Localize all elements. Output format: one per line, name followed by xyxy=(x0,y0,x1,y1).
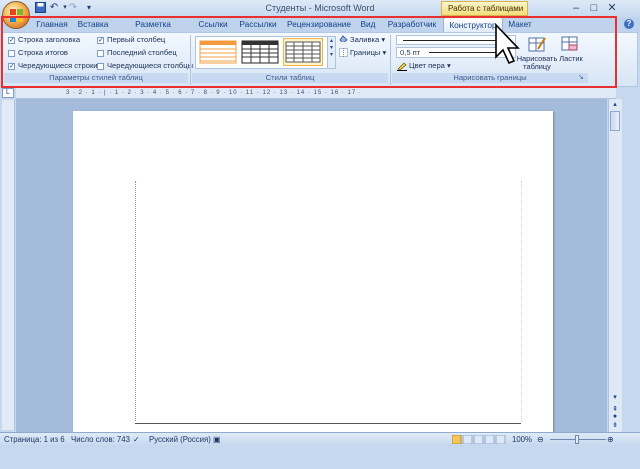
help-icon[interactable]: ? xyxy=(624,19,634,29)
tab-selector[interactable]: L xyxy=(2,88,14,98)
zoom-in-icon[interactable]: ⊕ xyxy=(607,434,617,445)
vertical-ruler[interactable] xyxy=(2,100,15,430)
group-separator xyxy=(190,35,191,85)
window-bottom-frame xyxy=(0,446,640,469)
tab-review[interactable]: Рецензирование xyxy=(286,17,352,32)
close-button[interactable]: ✕ xyxy=(603,1,621,15)
draw-table-icon[interactable] xyxy=(528,35,546,53)
vertical-scrollbar[interactable]: ▴ ▾ ⇞ ● ⇟ xyxy=(608,99,622,432)
table-style-orange[interactable] xyxy=(198,38,238,66)
table-style-grid-blue-selected[interactable] xyxy=(283,38,323,66)
header-row-label: Строка заголовка xyxy=(18,35,81,44)
view-buttons[interactable] xyxy=(451,434,506,445)
zoom-out-icon[interactable]: ⊖ xyxy=(537,434,547,445)
first-column-label: Первый столбец xyxy=(107,35,166,44)
group-separator xyxy=(390,35,391,85)
zoom-level[interactable]: 100% xyxy=(512,434,532,445)
shading-button[interactable]: Заливка ▾ xyxy=(350,35,385,45)
pen-color-button[interactable]: Цвет пера ▾ xyxy=(409,61,451,71)
gallery-more-button[interactable]: ▴ ▾ ▾ xyxy=(327,36,336,69)
mouse-cursor-icon xyxy=(488,23,528,67)
table-style-grid-dark[interactable] xyxy=(240,38,280,66)
banded-columns-checkbox[interactable] xyxy=(97,63,104,70)
total-row-checkbox[interactable] xyxy=(8,50,15,57)
style-options-group-label: Параметры стилей таблиц xyxy=(4,73,188,83)
scroll-down-icon[interactable]: ▾ xyxy=(610,393,620,402)
tab-home[interactable]: Главная xyxy=(34,17,70,32)
dialog-launcher-icon[interactable]: ↘ xyxy=(578,73,584,81)
context-tab-label: Работа с таблицами xyxy=(441,1,528,16)
scroll-thumb[interactable] xyxy=(610,111,620,131)
last-column-checkbox[interactable] xyxy=(97,50,104,57)
borders-icon xyxy=(339,48,348,57)
table-gridline xyxy=(135,181,137,421)
maximize-button[interactable]: □ xyxy=(585,1,603,15)
page-count[interactable]: Страница: 1 из 6 xyxy=(4,434,65,445)
shading-icon xyxy=(339,35,348,44)
office-button[interactable] xyxy=(2,1,30,29)
zoom-slider-thumb[interactable] xyxy=(575,435,579,444)
pen-icon xyxy=(397,62,407,71)
redo-icon[interactable]: ↷ xyxy=(67,2,79,14)
borders-button[interactable]: Границы ▾ xyxy=(350,48,386,58)
tab-insert[interactable]: Вставка xyxy=(75,17,111,32)
save-icon[interactable] xyxy=(34,2,46,14)
table-styles-group-label: Стили таблиц xyxy=(192,73,388,83)
proofing-icon[interactable]: ✓ xyxy=(133,434,143,445)
macro-icon[interactable]: ▣ xyxy=(213,434,223,445)
qat-customize-icon[interactable]: ▾ xyxy=(83,2,95,14)
header-row-checkbox[interactable]: ✓ xyxy=(8,37,15,44)
minimize-button[interactable]: – xyxy=(567,1,585,15)
eraser-icon[interactable] xyxy=(561,35,579,53)
tab-developer[interactable]: Разработчик xyxy=(386,17,438,32)
tab-view[interactable]: Вид xyxy=(357,17,379,32)
office-logo-icon xyxy=(10,9,23,22)
ruler-ticks: 3 · 2 · 1 · | · 1 · 2 · 3 · 4 · 5 · 6 · … xyxy=(66,90,362,96)
banded-columns-label: Чередующиеся столбцы xyxy=(107,61,194,70)
text-boundary xyxy=(521,181,523,421)
document-page[interactable] xyxy=(73,111,553,432)
scroll-up-icon[interactable]: ▴ xyxy=(610,100,620,109)
banded-rows-label: Чередующиеся строки xyxy=(18,61,98,70)
language-indicator[interactable]: Русский (Россия) xyxy=(149,434,211,445)
first-column-checkbox[interactable]: ✓ xyxy=(97,37,104,44)
tab-mailings[interactable]: Рассылки xyxy=(236,17,280,32)
next-page-icon[interactable]: ⇟ xyxy=(610,421,620,430)
tab-page-layout[interactable]: Разметка страницы xyxy=(116,17,190,44)
tab-references[interactable]: Ссылки xyxy=(196,17,230,32)
draw-borders-group-label: Нарисовать границы xyxy=(392,73,588,83)
banded-rows-checkbox[interactable]: ✓ xyxy=(8,63,15,70)
total-row-label: Строка итогов xyxy=(18,48,68,57)
eraser-label: Ластик xyxy=(559,54,583,63)
window-title: Студенты - Microsoft Word xyxy=(265,3,375,13)
last-column-label: Последний столбец xyxy=(107,48,177,57)
word-count[interactable]: Число слов: 743 xyxy=(71,434,130,445)
